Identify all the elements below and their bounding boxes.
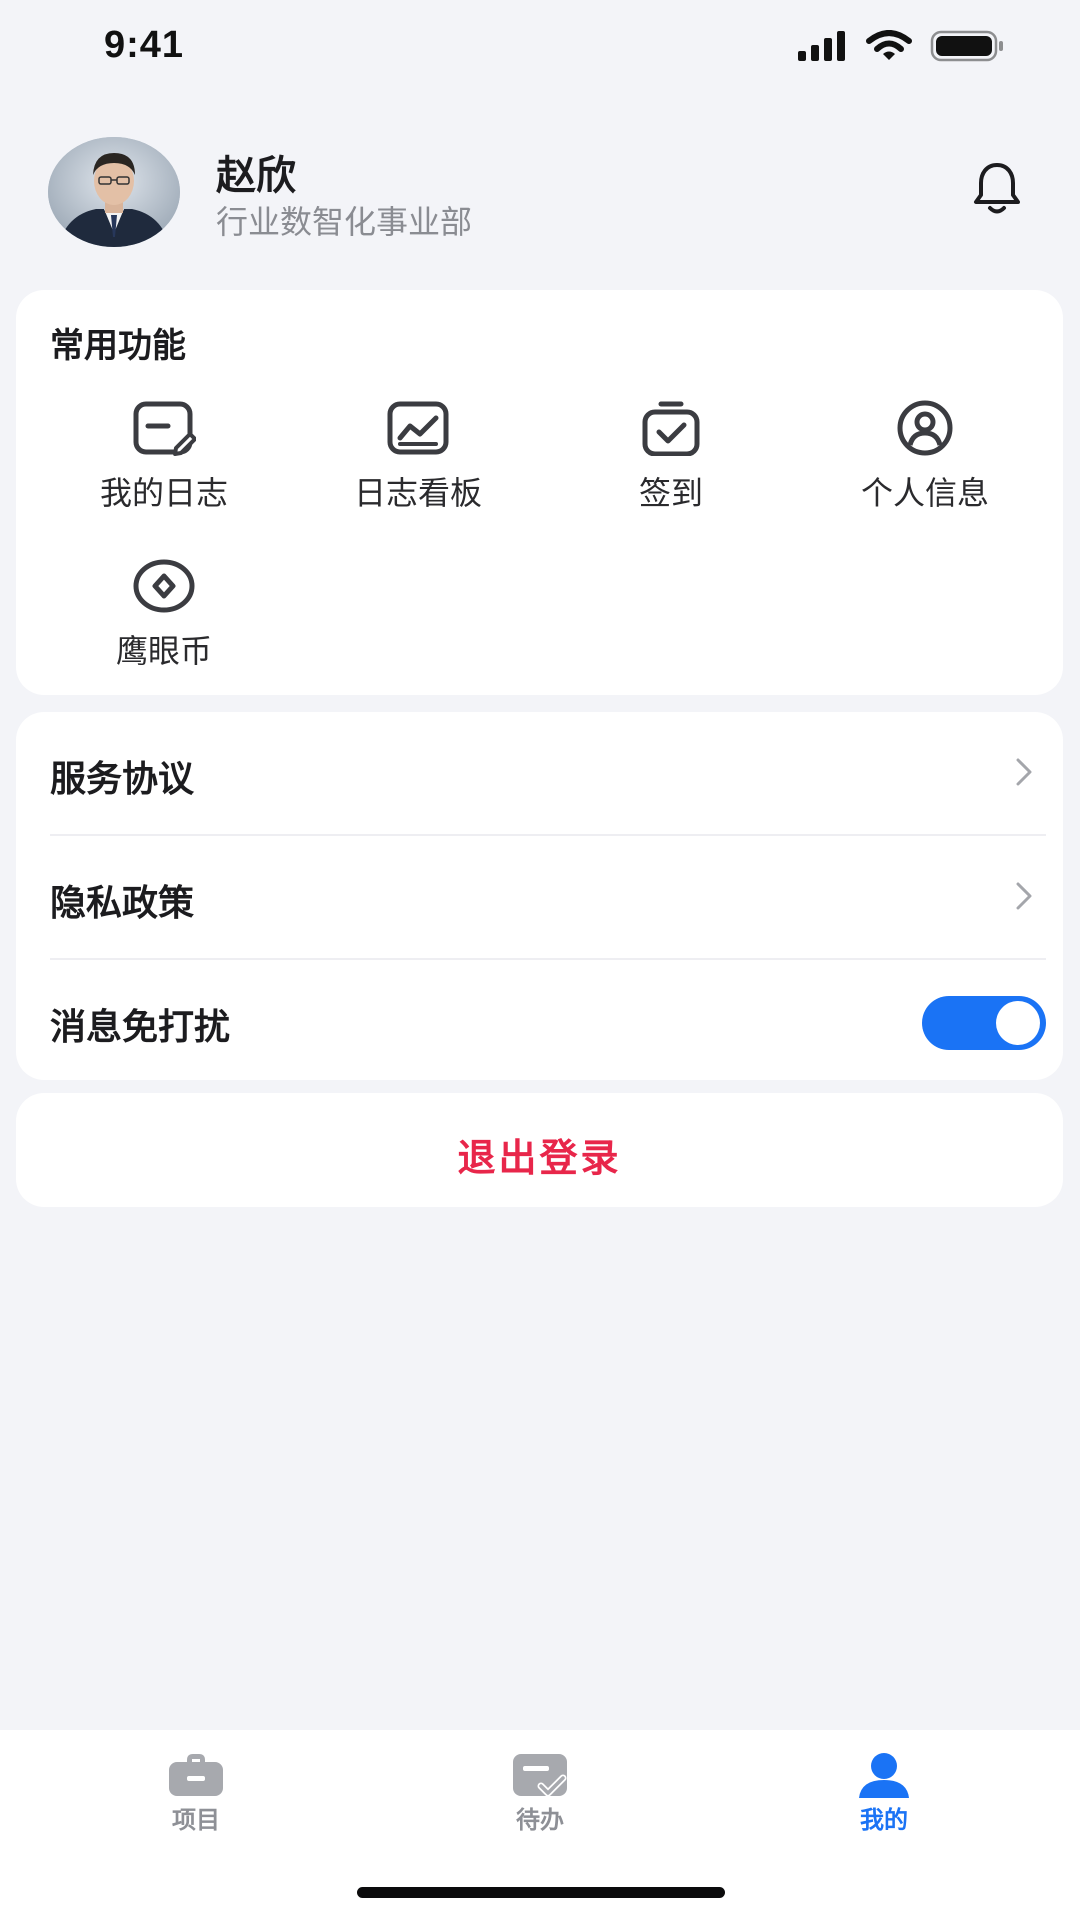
func-check-in[interactable]: 签到 [556, 400, 786, 520]
func-label: 我的日志 [99, 474, 228, 512]
service-agreement-row[interactable]: 服务协议 [50, 712, 1046, 836]
profile-header: 赵欣 行业数智化事业部 [48, 135, 1038, 250]
do-not-disturb-toggle[interactable] [922, 996, 1046, 1050]
tab-label: 待办 [516, 1806, 564, 1834]
status-bar: 9:41 [0, 0, 1080, 100]
func-label: 个人信息 [860, 474, 989, 512]
func-eagle-coin[interactable]: 鹰眼币 [49, 558, 279, 678]
tab-mine[interactable]: 我的 [794, 1752, 974, 1862]
common-functions-card: 常用功能 我的日志 日志看板 签到 个人信息 鹰眼币 [16, 290, 1063, 695]
logout-button[interactable]: 退出登录 [16, 1093, 1063, 1207]
user-circle-icon [897, 400, 953, 456]
func-label: 日志看板 [353, 474, 482, 512]
person-icon [859, 1753, 909, 1798]
briefcase-icon [169, 1754, 223, 1796]
privacy-policy-row[interactable]: 隐私政策 [50, 836, 1046, 960]
avatar[interactable] [48, 137, 180, 247]
cellular-signal-icon [798, 31, 845, 61]
section-title: 常用功能 [50, 326, 186, 366]
row-label: 隐私政策 [50, 883, 195, 924]
status-time: 9:41 [104, 24, 185, 66]
tab-todo[interactable]: 待办 [450, 1752, 630, 1862]
status-icons [798, 30, 1006, 62]
func-label: 鹰眼币 [115, 632, 212, 670]
row-label: 消息免打扰 [50, 1007, 231, 1048]
func-log-board[interactable]: 日志看板 [303, 400, 533, 520]
func-personal-info[interactable]: 个人信息 [810, 400, 1040, 520]
tab-projects[interactable]: 项目 [106, 1752, 286, 1862]
toggle-knob [996, 1001, 1040, 1045]
row-label: 服务协议 [50, 759, 195, 800]
chart-board-icon [387, 401, 449, 455]
avatar-image [48, 137, 180, 247]
chevron-right-icon [1016, 758, 1032, 786]
todo-check-icon [513, 1754, 567, 1797]
wifi-icon [866, 30, 912, 60]
tab-label: 我的 [860, 1806, 908, 1834]
chevron-right-icon [1016, 882, 1032, 910]
settings-card: 服务协议 隐私政策 消息免打扰 [16, 712, 1063, 1080]
check-in-icon [642, 401, 700, 456]
user-name: 赵欣 [216, 153, 296, 199]
func-my-log[interactable]: 我的日志 [49, 400, 279, 520]
tab-label: 项目 [172, 1806, 220, 1834]
logout-label: 退出登录 [457, 1136, 622, 1180]
coin-icon [133, 559, 195, 613]
bell-icon[interactable] [968, 159, 1026, 217]
log-edit-icon [133, 401, 196, 456]
do-not-disturb-row: 消息免打扰 [50, 960, 1046, 1084]
home-indicator [357, 1887, 725, 1898]
battery-icon [930, 30, 1003, 62]
func-label: 签到 [638, 474, 703, 512]
user-department: 行业数智化事业部 [216, 203, 473, 241]
